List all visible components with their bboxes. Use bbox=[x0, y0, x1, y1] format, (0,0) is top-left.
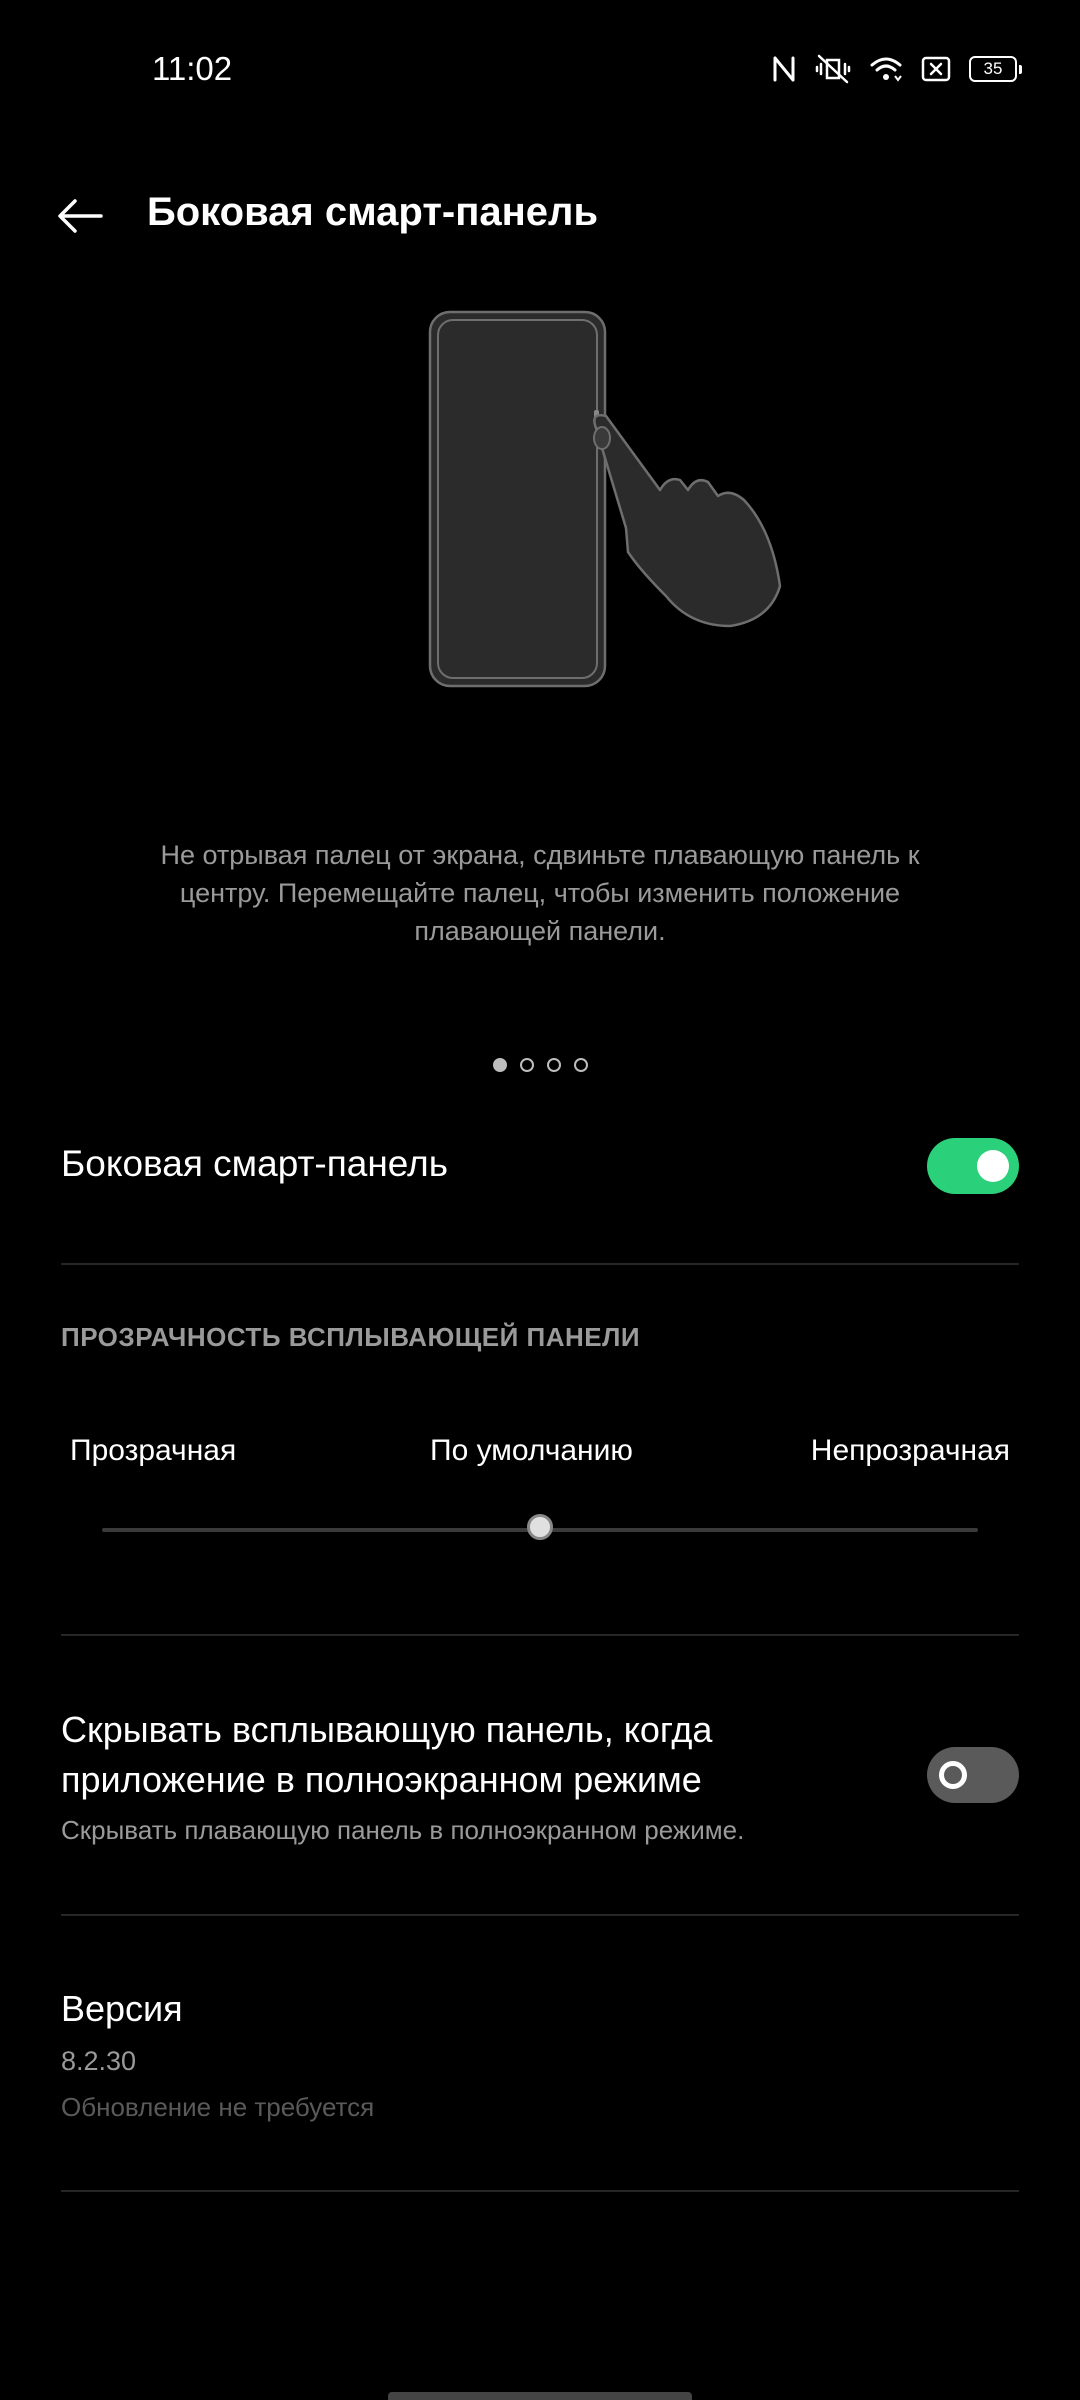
smart-sidebar-label: Боковая смарт-панель bbox=[61, 1143, 448, 1184]
status-icons: 35 bbox=[771, 54, 1022, 84]
version-number: 8.2.30 bbox=[61, 2046, 137, 2076]
hide-fullscreen-switch[interactable] bbox=[927, 1747, 1019, 1803]
page-dot-active[interactable] bbox=[492, 1058, 507, 1072]
screen-record-icon bbox=[921, 56, 951, 82]
phone-swipe-illustration bbox=[400, 300, 800, 700]
page-dot[interactable] bbox=[519, 1058, 534, 1072]
smart-sidebar-switch[interactable] bbox=[927, 1138, 1019, 1194]
smart-sidebar-toggle-row[interactable]: Боковая смарт-панель bbox=[61, 1138, 1019, 1228]
label-transparent: Прозрачная bbox=[70, 1434, 237, 1467]
hide-fullscreen-title: Скрывать всплывающую панель, когда прило… bbox=[61, 1709, 713, 1800]
hide-fullscreen-row[interactable]: Скрывать всплывающую панель, когда прило… bbox=[61, 1705, 1019, 1855]
hint-text: Не отрывая палец от экрана, сдвиньте пла… bbox=[160, 840, 920, 946]
wifi-icon bbox=[869, 54, 903, 84]
slider-thumb[interactable] bbox=[527, 1514, 553, 1540]
divider bbox=[61, 1634, 1019, 1636]
vibrate-mute-icon bbox=[815, 54, 851, 84]
transparency-slider[interactable] bbox=[102, 1514, 978, 1540]
divider bbox=[61, 2190, 1019, 2192]
hide-fullscreen-subtitle: Скрывать плавающую панель в полноэкранно… bbox=[61, 1815, 745, 1845]
status-time: 11:02 bbox=[152, 50, 233, 87]
back-button[interactable] bbox=[50, 188, 110, 244]
page-indicator bbox=[0, 1058, 1080, 1072]
status-bar: 11:02 35 bbox=[0, 0, 1080, 140]
battery-icon: 35 bbox=[969, 56, 1022, 82]
divider bbox=[61, 1263, 1019, 1265]
label-default: По умолчанию bbox=[430, 1434, 633, 1467]
nfc-icon bbox=[771, 54, 797, 84]
divider bbox=[61, 1914, 1019, 1916]
page-title: Боковая смарт-панель bbox=[147, 190, 599, 234]
back-arrow-icon bbox=[58, 199, 103, 233]
version-status: Обновление не требуется bbox=[61, 2092, 375, 2122]
transparency-section-header: ПРОЗРАЧНОСТЬ ВСПЛЫВАЮЩЕЙ ПАНЕЛИ bbox=[61, 1322, 641, 1352]
app-bar: Боковая смарт-панель bbox=[0, 170, 1080, 260]
page-dot[interactable] bbox=[573, 1058, 588, 1072]
battery-level: 35 bbox=[969, 56, 1017, 82]
page-dot[interactable] bbox=[546, 1058, 561, 1072]
version-title: Версия bbox=[61, 1988, 183, 2029]
home-indicator[interactable] bbox=[388, 2392, 692, 2400]
label-opaque: Непрозрачная bbox=[810, 1434, 1010, 1467]
